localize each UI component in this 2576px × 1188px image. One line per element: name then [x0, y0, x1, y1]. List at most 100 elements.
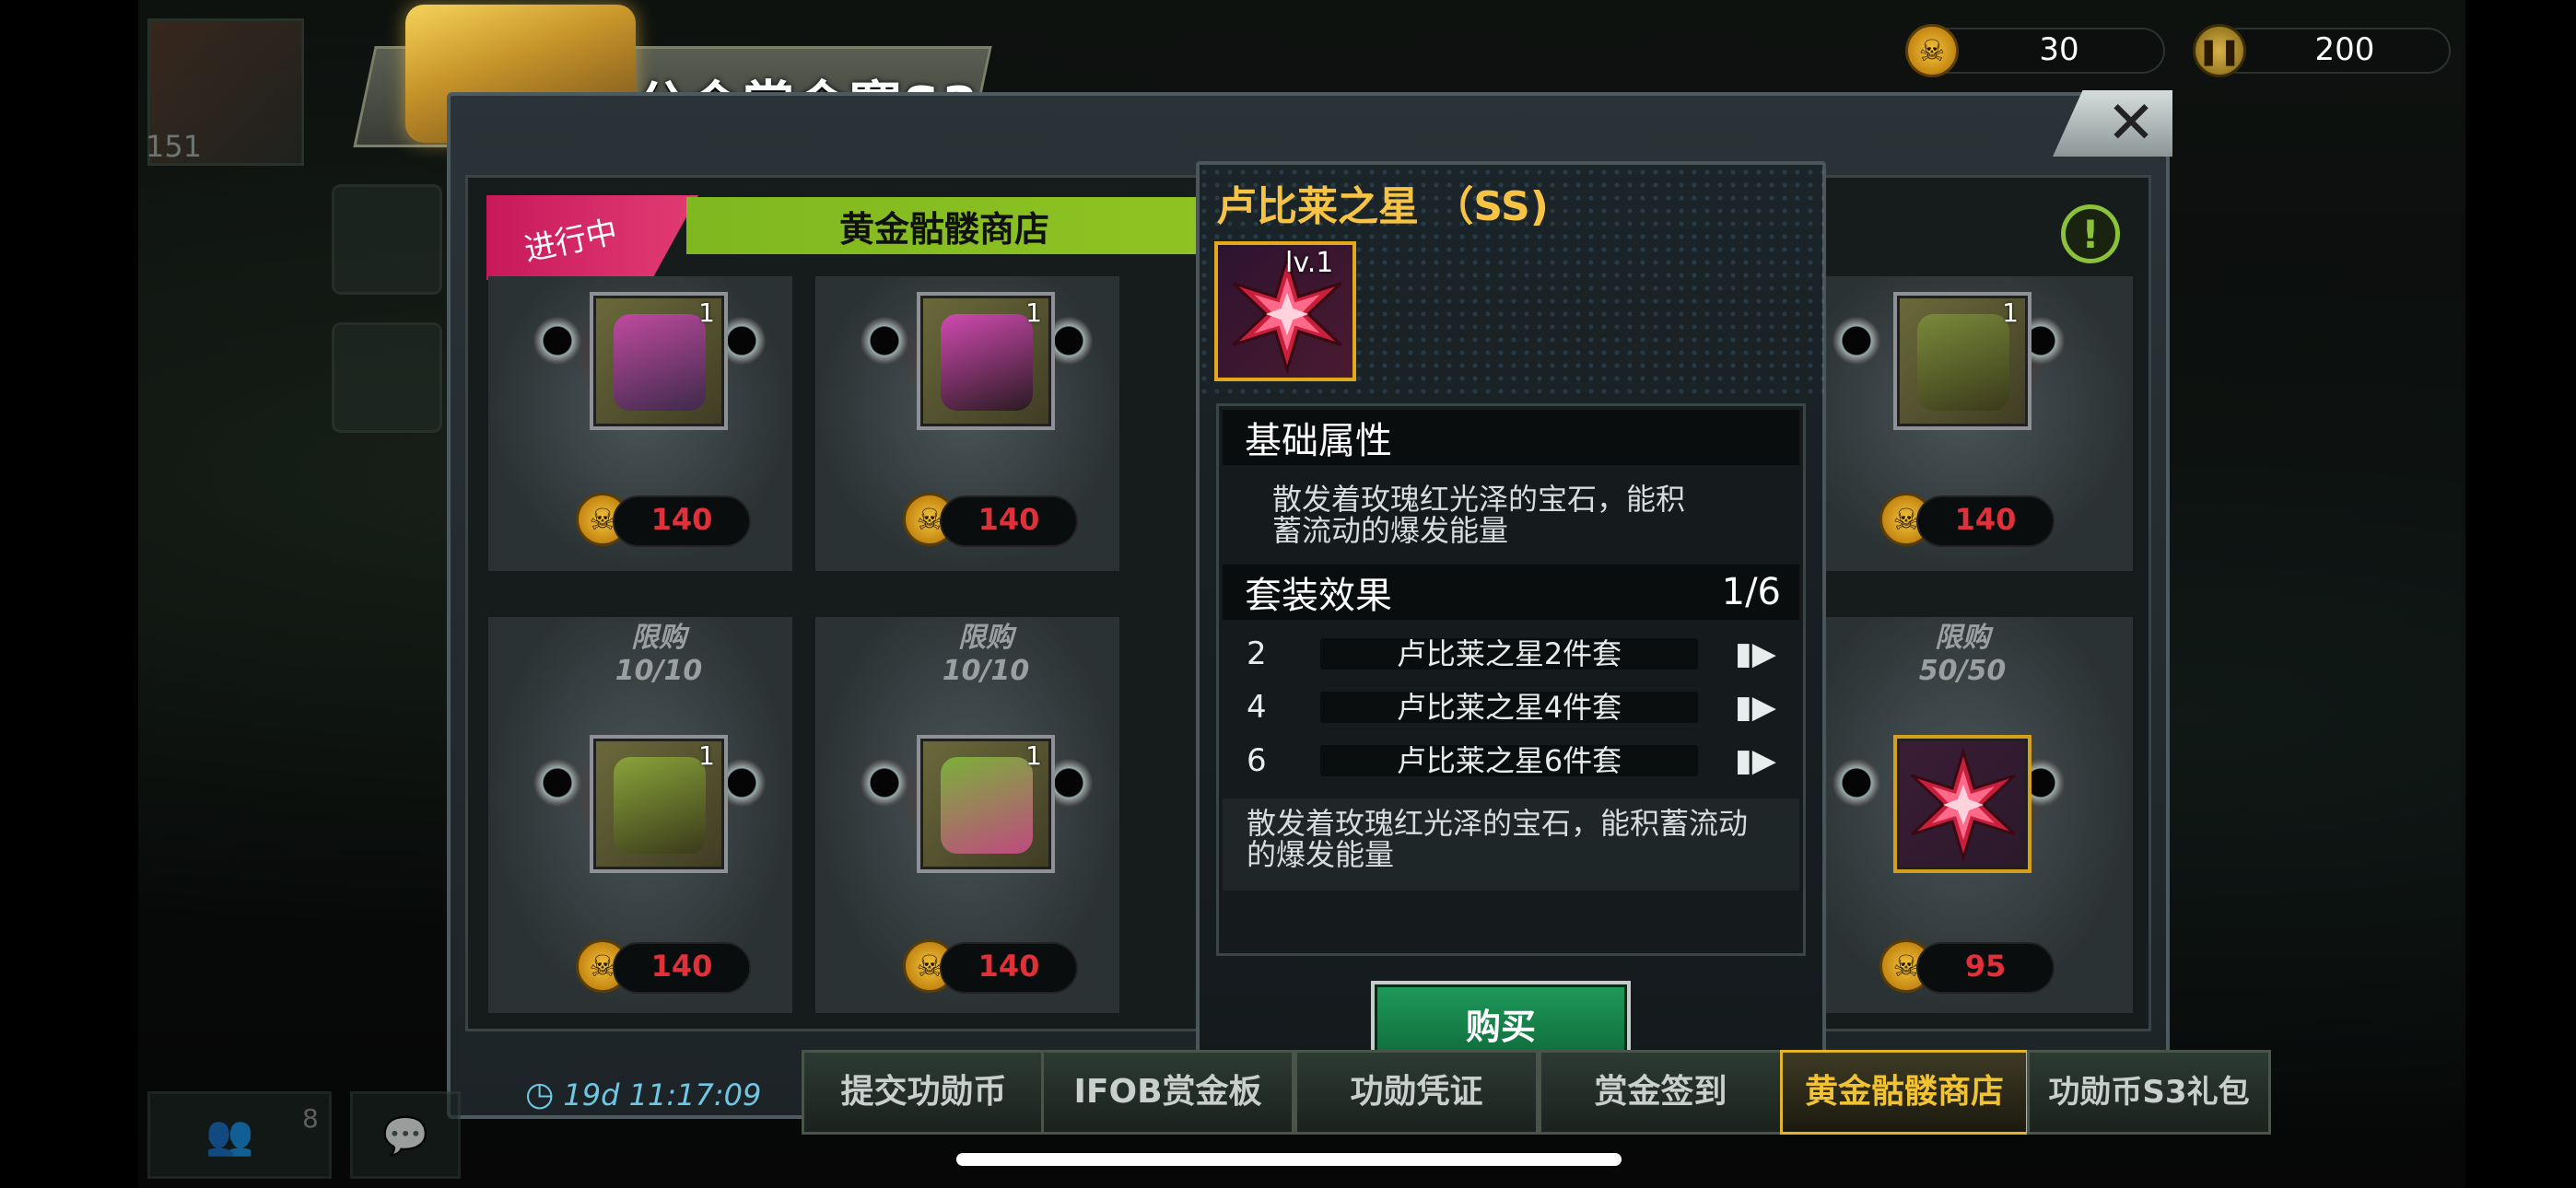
shop-item-cell[interactable]: 1 ☠ 140 [1792, 276, 2133, 571]
limit-label-text: 限购 [1935, 622, 1990, 654]
close-icon: ✕ [2106, 89, 2156, 157]
item-icon-frame[interactable]: 1 [1893, 292, 2032, 430]
item-footer-desc: 散发着玫瑰红光泽的宝石，能积蓄流动 的爆发能量 [1223, 798, 1799, 891]
limit-count: 10/10 [942, 655, 1030, 687]
footer-desc-line1: 散发着玫瑰红光泽的宝石，能积蓄流动 [1247, 806, 1749, 841]
skull-coin-icon: ☠ [1905, 24, 1959, 77]
play-arrow-icon[interactable]: ▮▶ [1735, 742, 1776, 779]
item-count: 1 [698, 740, 715, 771]
limit-label-text: 限购 [631, 622, 686, 654]
set-row[interactable]: 2 卢比莱之星2件套 ▮▶ [1219, 627, 1803, 681]
gloves-icon [614, 314, 706, 411]
set-piece-count: 4 [1247, 689, 1267, 726]
shop-item-cell[interactable]: 1 ☠ 140 [488, 276, 792, 571]
item-price: 140 [650, 949, 713, 984]
home-indicator [956, 1153, 1622, 1166]
limit-count: 10/10 [615, 655, 703, 687]
base-attr-header: 基础属性 [1223, 410, 1799, 465]
gloves-icon [941, 757, 1033, 854]
set-effect-header: 套装效果 1/6 [1223, 565, 1799, 620]
item-icon-frame[interactable]: 1 [917, 292, 1055, 430]
footer-desc-line2: 的爆发能量 [1247, 837, 1395, 872]
item-count: 1 [698, 297, 715, 328]
item-level: lv.1 [1285, 247, 1334, 279]
player-level-badge: 151 [146, 129, 203, 164]
set-row[interactable]: 4 卢比莱之星4件套 ▮▶ [1219, 681, 1803, 734]
play-arrow-icon[interactable]: ▮▶ [1735, 689, 1776, 726]
event-timer: ◷ 19d 11:17:09 [525, 1076, 761, 1113]
status-label: 进行中 [521, 213, 621, 270]
bullet-hole [857, 313, 912, 368]
side-event-icon [332, 184, 442, 295]
item-icon-frame[interactable]: 1 [590, 735, 728, 873]
clock-icon: ◷ [525, 1076, 555, 1113]
tab-submit-merit[interactable]: 提交功勋币 [802, 1050, 1046, 1135]
shop-item-cell[interactable]: 限购 10/10 1 ☠ 140 [815, 617, 1119, 1013]
set-name: 卢比莱之星4件套 [1320, 692, 1698, 723]
bullet-hole [1829, 313, 1884, 368]
shop-item-cell[interactable]: 限购 10/10 1 ☠ 140 [488, 617, 792, 1013]
item-count: 1 [2002, 297, 2019, 328]
friends-button[interactable]: 👥 8 [147, 1091, 332, 1179]
shop-item-cell[interactable]: 限购 50/50 ☠ 95 [1792, 617, 2133, 1013]
set-piece-count: 2 [1247, 635, 1267, 672]
base-attr-title: 基础属性 [1245, 420, 1392, 462]
bullet-hole [1829, 755, 1884, 810]
item-price: 95 [1964, 949, 2007, 984]
item-price: 140 [978, 502, 1040, 537]
base-desc-line1: 散发着玫瑰红光泽的宝石，能积 [1272, 482, 1686, 517]
letterbox-right [2465, 0, 2576, 1188]
friends-count: 8 [302, 1103, 319, 1134]
bullet-hole [530, 755, 585, 810]
item-icon-frame[interactable]: 1 [590, 292, 728, 430]
limit-count: 50/50 [1918, 655, 2007, 687]
tab-merit-s3-pack[interactable]: 功勋币S3礼包 [2027, 1050, 2271, 1135]
tab-gold-skull-shop[interactable]: 黄金骷髅商店 [1780, 1050, 2029, 1135]
item-icon-frame[interactable] [1893, 735, 2032, 873]
item-count: 1 [1025, 740, 1042, 771]
side-event-icon [332, 322, 442, 433]
ruby-star-gem-icon [1910, 748, 2017, 862]
base-attr-desc: 散发着玫瑰红光泽的宝石，能积 蓄流动的爆发能量 [1219, 469, 1803, 546]
bullet-hole [530, 313, 585, 368]
set-piece-count: 6 [1247, 742, 1267, 779]
letterbox-left [0, 0, 138, 1188]
item-icon-frame[interactable]: 1 [917, 735, 1055, 873]
bullet-hole [857, 755, 912, 810]
item-price: 140 [1954, 502, 2017, 537]
boots-icon [614, 757, 706, 854]
chat-bubble-icon: 💬 [382, 1115, 428, 1158]
medal-coin-icon: ❚❚ [2193, 24, 2246, 77]
limit-label: 限购 10/10 [585, 622, 732, 688]
set-name: 卢比莱之星2件套 [1320, 638, 1698, 670]
limit-label: 限购 50/50 [1889, 622, 2036, 688]
medal-currency-value: 200 [2314, 31, 2375, 68]
friends-icon: 👥 [205, 1112, 254, 1158]
armor-icon [1917, 314, 2009, 411]
tab-bounty-checkin[interactable]: 赏金签到 [1539, 1050, 1783, 1135]
exclamation-icon: ! [2081, 211, 2100, 257]
chat-button[interactable]: 💬 [350, 1091, 461, 1179]
set-name: 卢比莱之星6件套 [1320, 745, 1698, 776]
skull-currency-value: 30 [2039, 31, 2079, 68]
set-row[interactable]: 6 卢比莱之星6件套 ▮▶ [1219, 734, 1803, 787]
info-button[interactable]: ! [2061, 204, 2120, 263]
base-desc-line2: 蓄流动的爆发能量 [1272, 513, 1509, 548]
shop-item-cell[interactable]: 1 ☠ 140 [815, 276, 1119, 571]
shop-header: 黄金骷髅商店 [686, 197, 1202, 254]
item-count: 1 [1025, 297, 1042, 328]
item-price: 140 [650, 502, 713, 537]
timer-value: 19d 11:17:09 [563, 1077, 762, 1112]
item-name: 卢比莱之星 （SS) [1216, 183, 1549, 230]
play-arrow-icon[interactable]: ▮▶ [1735, 635, 1776, 672]
tab-ifob-bounty[interactable]: IFOB赏金板 [1041, 1050, 1294, 1135]
boots-icon [941, 314, 1033, 411]
attribute-box: 基础属性 散发着玫瑰红光泽的宝石，能积 蓄流动的爆发能量 套装效果 1/6 2 … [1216, 403, 1806, 956]
set-progress: 1/6 [1721, 571, 1781, 613]
item-price: 140 [978, 949, 1040, 984]
tab-merit-voucher[interactable]: 功勋凭证 [1294, 1050, 1539, 1135]
set-effect-list: 2 卢比莱之星2件套 ▮▶ 4 卢比莱之星4件套 ▮▶ 6 卢比莱之星6件套 ▮… [1219, 623, 1803, 787]
limit-label-text: 限购 [958, 622, 1013, 654]
limit-label: 限购 10/10 [912, 622, 1060, 688]
set-effect-title: 套装效果 [1245, 575, 1392, 617]
